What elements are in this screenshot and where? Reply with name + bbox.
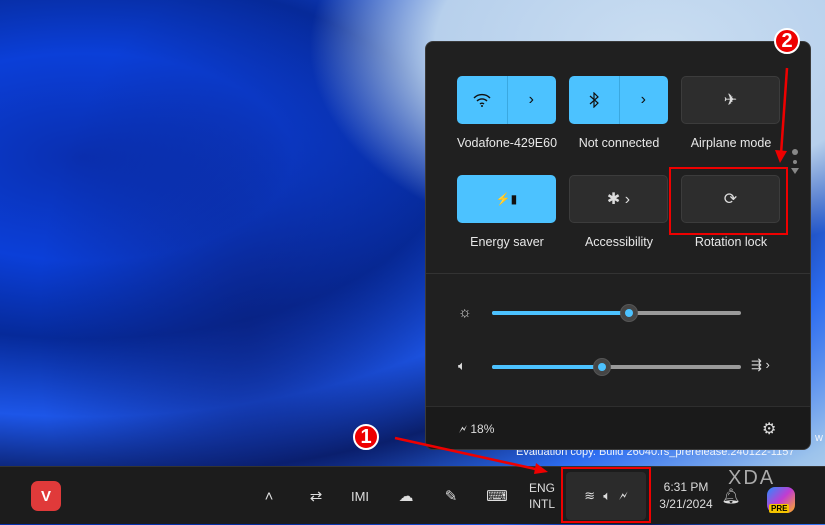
annotation-arrows xyxy=(394,67,789,474)
annotation-badge-1: 1 xyxy=(353,424,379,450)
annotation-badge-2: 2 xyxy=(774,28,800,54)
